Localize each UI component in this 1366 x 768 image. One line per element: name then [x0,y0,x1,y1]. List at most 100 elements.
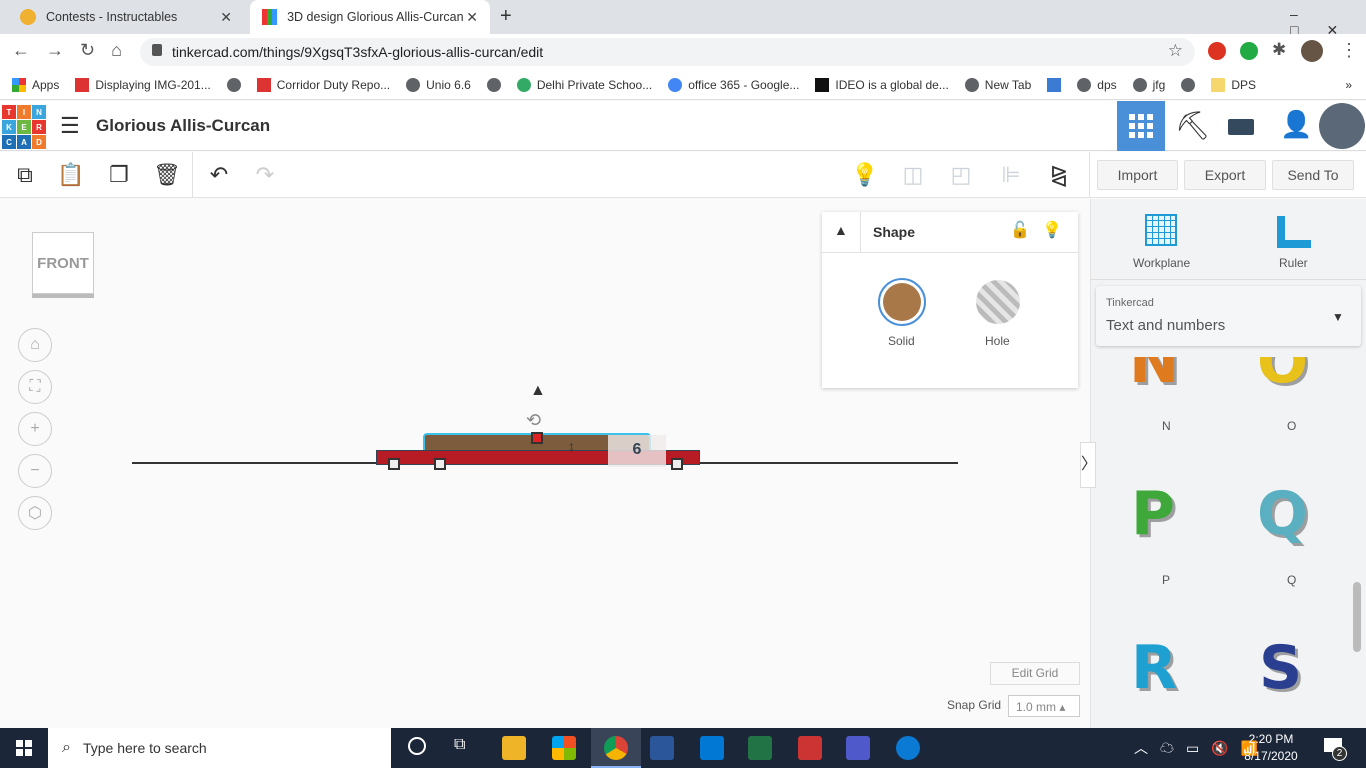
dimension-input[interactable]: 6 [608,435,666,467]
extension-icon[interactable] [1240,42,1258,60]
extension-icon[interactable] [1208,42,1226,60]
cortana-icon[interactable] [408,737,426,755]
design-title[interactable]: Glorious Allis-Curcan [96,116,270,136]
shape-n[interactable]: N [1129,357,1179,397]
rotate-handle[interactable]: ⟲ [526,410,541,431]
export-button[interactable]: Export [1184,160,1266,190]
windows-start-icon[interactable] [16,740,32,756]
app-icon[interactable] [798,736,822,760]
zoom-out-button[interactable]: − [18,454,52,488]
send-to-button[interactable]: Send To [1272,160,1354,190]
tab-contests[interactable]: Contests - Instructables ✕ [8,0,244,34]
paste-icon[interactable]: 📋 [56,160,86,190]
bookmark[interactable]: office 365 - Google... [668,77,799,92]
close-tab-icon[interactable]: ✕ [220,9,232,26]
tab-tinkercad[interactable]: 3D design Glorious Allis-Curcan | ✕ [250,0,490,34]
more-bookmarks[interactable]: » [1345,78,1352,92]
add-user-icon[interactable]: 👤 [1280,109,1312,140]
tinkercad-logo[interactable]: TIN KER CAD [2,105,46,149]
zoom-in-button[interactable]: + [18,412,52,446]
bookmark[interactable] [1047,77,1062,92]
bookmark[interactable]: Displaying IMG-201... [75,77,211,92]
nav-buttons[interactable]: ←→↻⌂ [12,40,138,61]
collapse-panel-button[interactable]: 〉 [1080,442,1097,488]
3d-design-view-button[interactable] [1117,101,1165,151]
design-list-icon[interactable]: ☰ [60,113,80,139]
bookmark[interactable]: Corridor Duty Repo... [256,77,391,92]
workplane-icon[interactable] [1145,214,1177,246]
taskbar-search[interactable]: ⌕ Type here to search [48,728,391,768]
brick-icon[interactable] [1228,119,1254,135]
snap-grid-select[interactable]: 1.0 mm ▴ [1008,695,1080,717]
import-button[interactable]: Import [1097,160,1178,190]
url-bar[interactable]: tinkercad.com/things/9XgsqT3sfxA-gloriou… [140,38,1195,66]
edit-grid-button[interactable]: Edit Grid [990,662,1080,685]
shape-s[interactable]: S [1259,633,1302,703]
scrollbar[interactable] [1353,582,1361,652]
bookmark[interactable] [226,77,241,92]
ruler-icon[interactable] [1277,216,1311,248]
bookmark[interactable] [486,77,501,92]
bookmark[interactable]: Delhi Private Schoo... [516,77,652,92]
excel-icon[interactable] [748,736,772,760]
store-icon[interactable] [552,736,576,760]
delete-icon[interactable]: 🗑 [152,160,182,190]
bookmark[interactable]: jfg [1132,77,1165,92]
resize-handle[interactable] [671,458,683,470]
tab-title: Contests - Instructables [46,10,178,24]
copy-icon[interactable]: ⧉ [10,160,40,190]
redo-icon[interactable]: ↷ [250,160,280,190]
perspective-button[interactable]: ⬡ [18,496,52,530]
puzzle-icon[interactable]: ✱ [1272,40,1286,60]
bookmark[interactable] [1181,77,1196,92]
shape-p[interactable]: P [1131,479,1175,549]
shape-o[interactable]: O [1257,357,1308,397]
duplicate-icon[interactable]: ❐ [104,160,134,190]
home-view-button[interactable]: ⌂ [18,328,52,362]
bookmark[interactable]: IDEO is a global de... [815,77,949,92]
file-explorer-icon[interactable] [502,736,526,760]
close-tab-icon[interactable]: ✕ [466,9,478,26]
bookmark[interactable]: dps [1077,77,1117,92]
edge-icon[interactable] [896,736,920,760]
lightbulb-icon[interactable]: 💡 [1042,220,1062,240]
bookmark-folder[interactable]: DPS [1211,77,1256,92]
lightbulb-icon[interactable]: 💡 [850,160,880,190]
library-source: Tinkercad [1106,297,1154,309]
height-handle[interactable] [531,432,543,444]
menu-icon[interactable]: ⋮ [1340,40,1358,61]
new-tab-button[interactable]: + [500,5,512,28]
clock[interactable]: 2:20 PM 8/17/2020 [1240,732,1302,763]
profile-avatar[interactable] [1301,40,1323,62]
star-icon[interactable]: ☆ [1168,41,1183,61]
mirror-icon[interactable]: ⧎ [1044,160,1074,190]
shape-q[interactable]: Q [1257,479,1308,549]
resize-handle[interactable] [434,458,446,470]
view-cube[interactable]: FRONT [32,232,94,294]
chrome-taskbar-button[interactable] [591,728,641,768]
user-avatar[interactable] [1319,103,1365,149]
hole-button[interactable] [976,280,1020,324]
shape-category-dropdown[interactable]: Tinkercad Text and numbers ▼ [1096,286,1361,346]
shape-r[interactable]: R [1131,633,1177,703]
align-icon[interactable]: ⊫ [996,160,1026,190]
lock-icon[interactable]: 🔓 [1010,220,1030,240]
mail-icon[interactable] [700,736,724,760]
group-icon[interactable]: ◫ [898,160,928,190]
shape-label: P [1162,573,1171,587]
solid-button[interactable] [878,278,926,326]
word-icon[interactable] [650,736,674,760]
undo-icon[interactable]: ↶ [204,160,234,190]
resize-handle[interactable] [388,458,400,470]
ungroup-icon[interactable]: ◰ [946,160,976,190]
bookmark-label: Corridor Duty Repo... [276,77,391,92]
fit-view-button[interactable]: ⛶ [18,370,52,404]
bookmark[interactable]: New Tab [964,77,1031,92]
pickaxe-icon[interactable]: ⛏ [1175,109,1211,142]
teams-icon[interactable] [846,736,870,760]
task-view-icon[interactable]: ⧉ [454,736,465,754]
lift-handle[interactable]: ▲ [530,382,546,400]
bookmark-apps[interactable]: Apps [12,77,59,92]
collapse-icon[interactable]: ▲ [834,222,848,238]
bookmark[interactable]: Unio 6.6 [406,77,471,92]
